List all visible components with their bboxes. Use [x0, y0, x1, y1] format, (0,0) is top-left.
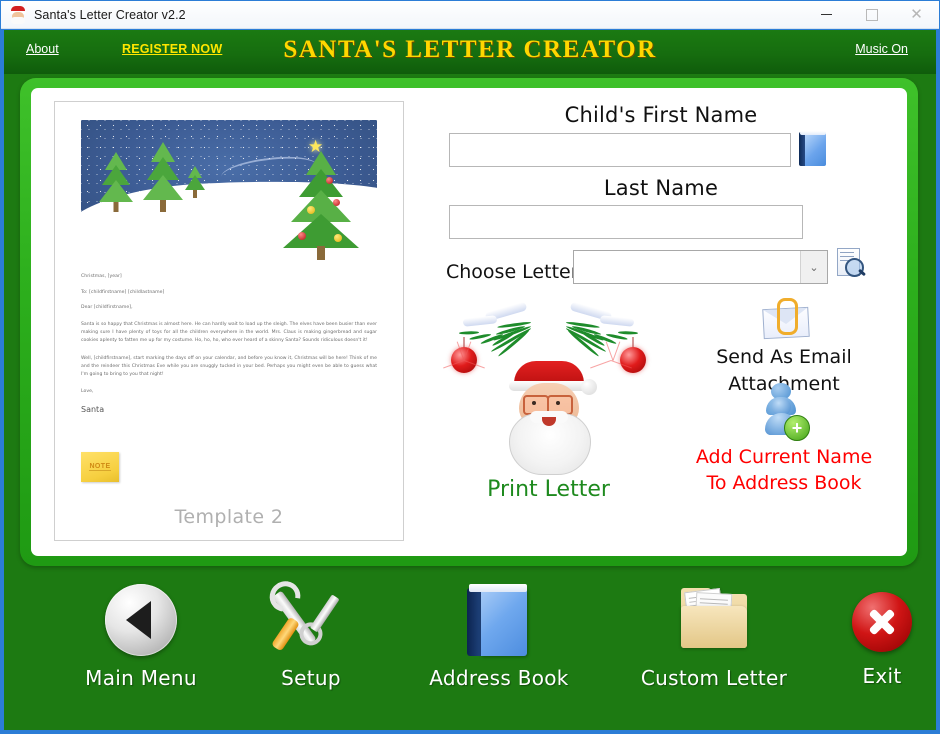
toolbar-label-address-book: Address Book: [429, 666, 569, 690]
note-badge-label: NOTE: [89, 463, 111, 471]
choose-letter-label: Choose Letter: [446, 261, 579, 283]
address-book-lookup-icon[interactable]: [799, 131, 827, 167]
add-user-icon: +: [759, 383, 810, 441]
content-panel: ★ Christmas, [year] To: [childfirstname]…: [31, 88, 907, 556]
last-name-label: Last Name: [603, 176, 719, 200]
toolbar-label-exit: Exit: [862, 664, 902, 688]
title-bar: Santa's Letter Creator v2.2 ✕: [1, 1, 939, 29]
letter-signature: Santa: [81, 404, 105, 414]
toolbar-label-setup: Setup: [281, 666, 341, 690]
minimize-button[interactable]: [804, 1, 849, 29]
letter-body: Christmas, [year] To: [childfirstname] […: [81, 274, 377, 414]
letter-form: Child's First Name Last Name Choose Lett…: [426, 98, 896, 546]
about-link[interactable]: About: [26, 42, 59, 56]
maximize-button[interactable]: [849, 1, 894, 29]
window-controls: ✕: [804, 1, 939, 29]
choose-letter-dropdown[interactable]: ⌄: [573, 250, 828, 284]
toolbar-item-custom-letter[interactable]: Custom Letter: [629, 584, 799, 690]
toolbar-item-main-menu[interactable]: Main Menu: [56, 584, 226, 690]
content-panel-frame: ★ Christmas, [year] To: [childfirstname]…: [20, 78, 918, 566]
template-label: Template 2: [174, 506, 284, 528]
tools-icon: [226, 584, 396, 662]
close-button[interactable]: ✕: [894, 1, 939, 29]
music-toggle-link[interactable]: Music On: [855, 42, 908, 56]
santa-holly-image: [431, 301, 666, 483]
letter-paragraph-2: Well, [childfirstname], start marking th…: [81, 356, 377, 378]
letter-paragraph-1: Santa is so happy that Christmas is almo…: [81, 321, 377, 344]
chevron-down-icon[interactable]: ⌄: [800, 251, 827, 283]
register-now-link[interactable]: REGISTER NOW: [122, 42, 222, 56]
plus-icon: +: [784, 415, 810, 441]
book-icon: [414, 584, 584, 662]
winter-scene-image: ★: [81, 120, 377, 265]
santa-face-icon: [503, 361, 597, 475]
email-attachment-icon: [761, 298, 810, 340]
note-sticky-icon: NOTE: [81, 452, 119, 482]
letter-closing: Love,: [81, 389, 94, 395]
letter-salutation: Dear [childfirstname],: [81, 305, 133, 311]
toolbar-item-setup[interactable]: Setup: [226, 584, 396, 690]
first-name-label: Child's First Name: [564, 103, 758, 127]
add-current-name-button[interactable]: + Add Current Name To Address Book: [678, 383, 890, 496]
send-email-label-line1: Send As Email: [716, 346, 852, 368]
toolbar-item-address-book[interactable]: Address Book: [414, 584, 584, 690]
app-header: About REGISTER NOW SANTA'S LETTER CREATO…: [4, 30, 936, 74]
back-arrow-icon: [56, 584, 226, 662]
letter-preview[interactable]: ★ Christmas, [year] To: [childfirstname]…: [54, 101, 404, 541]
bottom-toolbar: Main Menu Setup Address Book Custom Lett…: [4, 574, 936, 730]
add-name-label-line1: Add Current Name: [695, 446, 873, 468]
folder-document-icon: [629, 584, 799, 662]
app-body: ★ Christmas, [year] To: [childfirstname]…: [4, 74, 936, 730]
print-letter-button[interactable]: Print Letter: [431, 301, 666, 528]
document-search-icon[interactable]: [837, 248, 867, 282]
toolbar-label-main-menu: Main Menu: [85, 666, 197, 690]
window-title: Santa's Letter Creator v2.2: [34, 7, 186, 22]
letter-to: To: [childfirstname] [childlastname]: [81, 289, 165, 295]
first-name-input[interactable]: [449, 133, 791, 167]
add-name-label-line2: To Address Book: [706, 471, 862, 494]
toolbar-item-exit[interactable]: Exit: [797, 592, 940, 688]
application-window: Santa's Letter Creator v2.2 ✕ About REGI…: [0, 0, 940, 734]
santa-icon: [9, 5, 27, 24]
close-circle-icon: [797, 592, 940, 660]
toolbar-label-custom-letter: Custom Letter: [640, 666, 788, 690]
letter-date: Christmas, [year]: [81, 274, 122, 279]
last-name-input[interactable]: [449, 205, 803, 239]
